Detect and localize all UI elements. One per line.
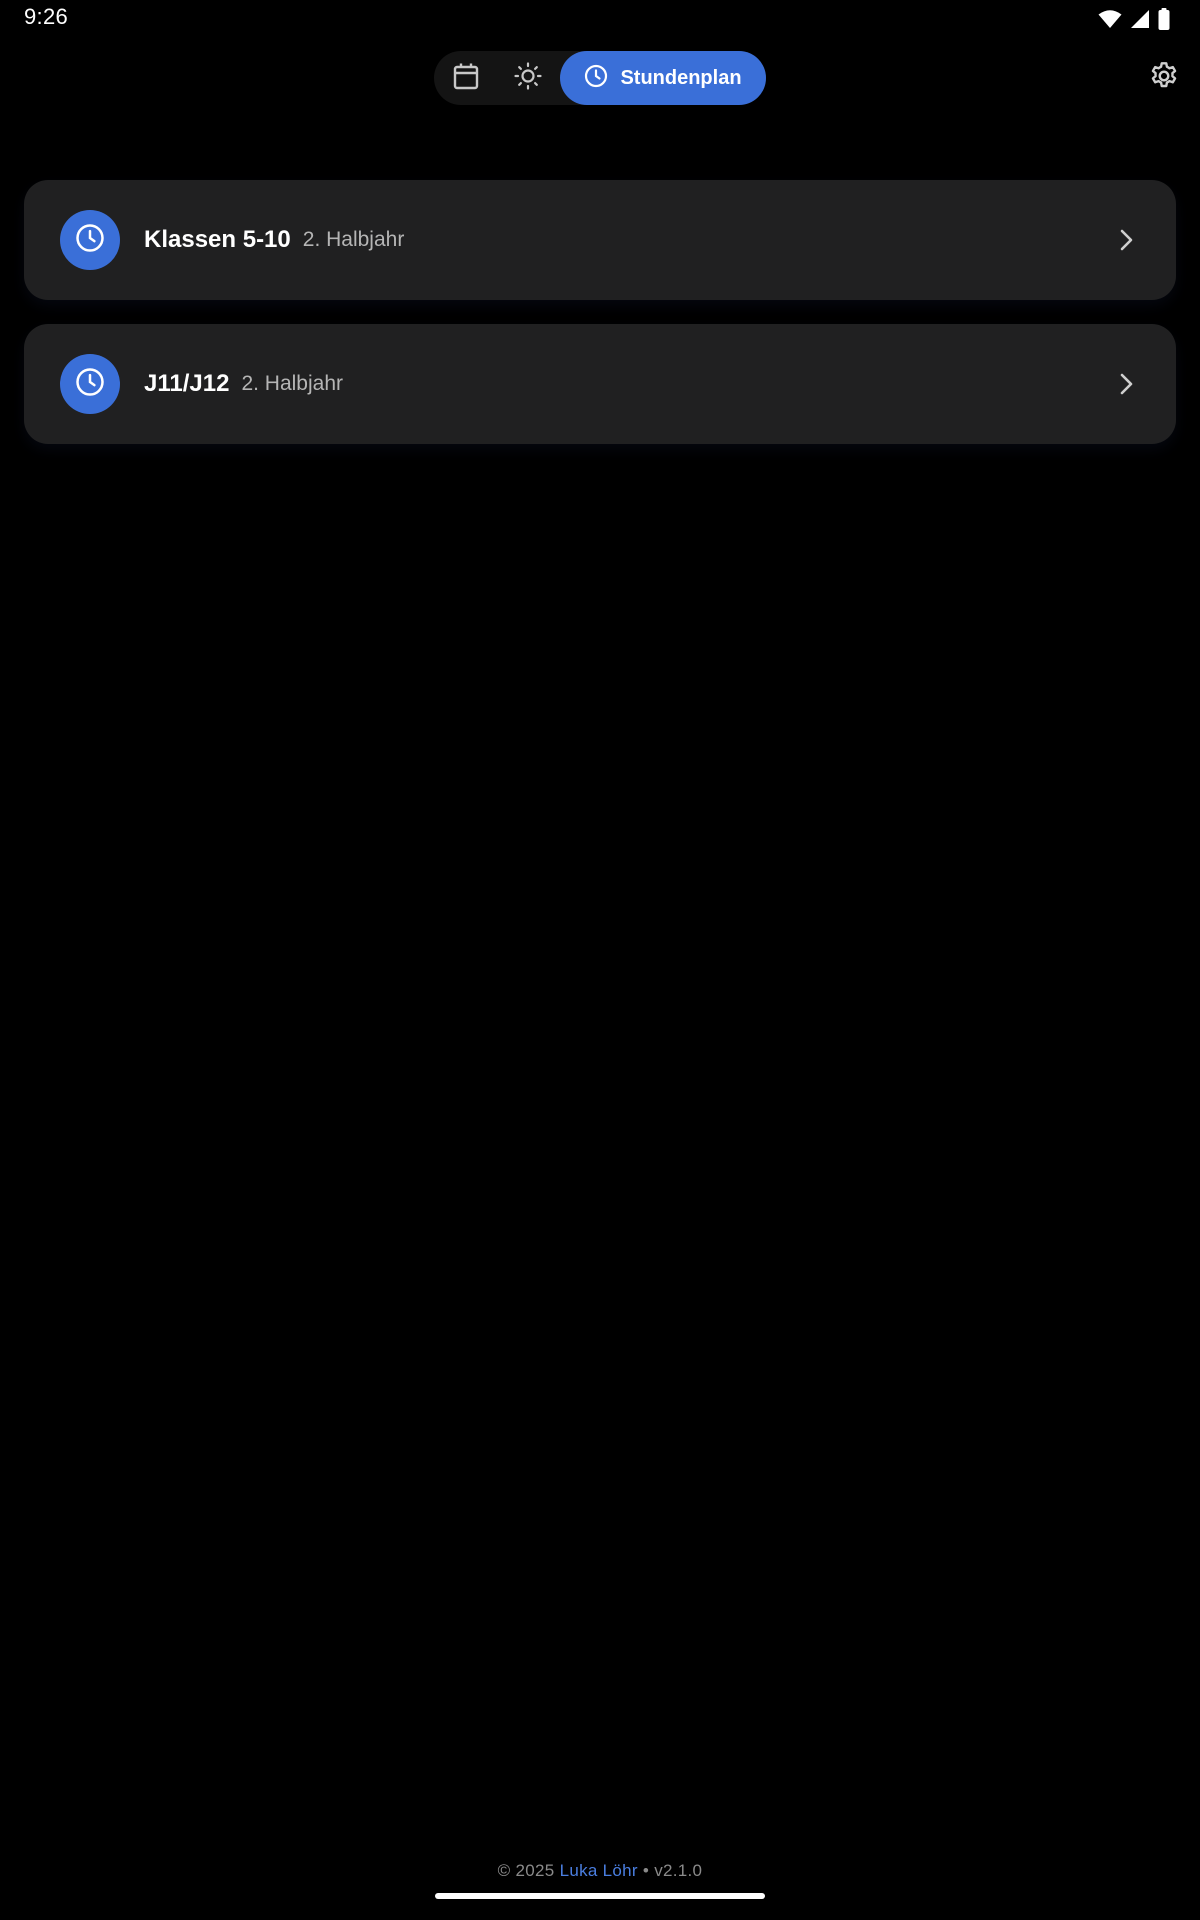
- battery-icon: [1158, 8, 1170, 30]
- calendar-icon: [453, 62, 479, 95]
- status-bar: 9:26: [0, 0, 1200, 36]
- footer-copyright: © 2025: [497, 1861, 555, 1880]
- chevron-right-icon: [1112, 226, 1140, 254]
- clock-icon: [75, 223, 105, 258]
- home-indicator[interactable]: [435, 1893, 765, 1899]
- status-time: 9:26: [24, 4, 69, 29]
- clock-icon: [584, 64, 608, 93]
- card-subtitle: 2. Halbjahr: [302, 228, 405, 251]
- card-title: Klassen 5-10: [144, 226, 291, 253]
- footer-author-link[interactable]: Luka Löhr: [560, 1861, 638, 1880]
- chevron-right-icon: [1112, 370, 1140, 398]
- calendar-tab[interactable]: [438, 51, 494, 105]
- status-icons: [1098, 8, 1170, 30]
- gear-icon: [1148, 60, 1180, 97]
- settings-button[interactable]: [1146, 60, 1182, 96]
- stundenplan-tab[interactable]: Stundenplan: [560, 51, 766, 105]
- footer: © 2025 Luka Löhr • v2.1.0: [0, 1861, 1200, 1881]
- clock-icon: [75, 367, 105, 402]
- card-text: Klassen 5-10 2. Halbjahr: [144, 180, 404, 300]
- wifi-icon: [1098, 9, 1122, 29]
- sun-icon: [514, 61, 542, 95]
- footer-version: v2.1.0: [654, 1861, 703, 1880]
- timetable-card-klassen-5-10[interactable]: Klassen 5-10 2. Halbjahr: [24, 180, 1176, 300]
- sun-tab[interactable]: [500, 51, 556, 105]
- stundenplan-tab-label: Stundenplan: [620, 66, 742, 89]
- timetable-card-j11-j12[interactable]: J11/J12 2. Halbjahr: [24, 324, 1176, 444]
- card-avatar: [60, 210, 120, 270]
- card-subtitle: 2. Halbjahr: [241, 372, 343, 395]
- view-switcher: Stundenplan: [434, 51, 766, 105]
- cell-signal-icon: [1130, 9, 1150, 29]
- footer-separator: •: [642, 1861, 650, 1880]
- card-avatar: [60, 354, 120, 414]
- card-title: J11/J12: [144, 370, 230, 397]
- card-text: J11/J12 2. Halbjahr: [144, 324, 343, 444]
